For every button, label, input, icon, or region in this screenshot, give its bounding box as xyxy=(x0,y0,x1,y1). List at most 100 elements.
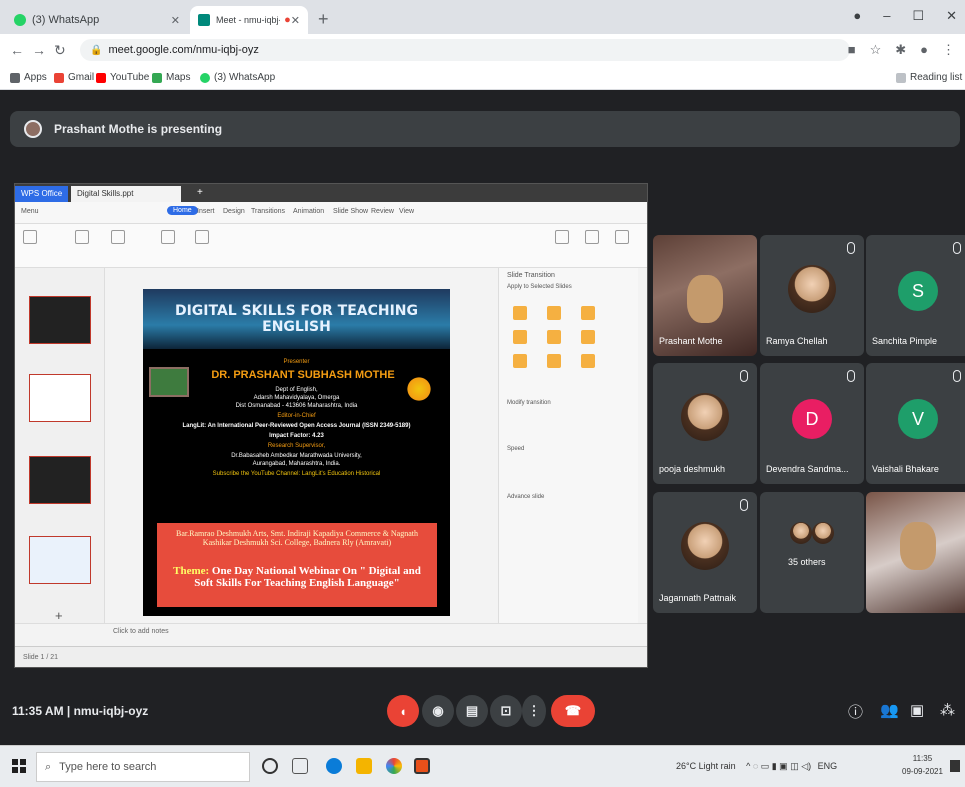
participant-avatar xyxy=(788,265,836,313)
tab-label: Meet - nmu-iqbj-oyz xyxy=(216,15,280,25)
present-button[interactable]: ⊡ xyxy=(490,695,522,727)
participant-avatar: D xyxy=(792,399,832,439)
avatar-icon[interactable]: ● xyxy=(920,42,928,58)
taskbar-search[interactable]: ⌕ Type here to search xyxy=(36,752,250,782)
close-window-icon[interactable]: ✕ xyxy=(946,8,957,24)
wps-status-bar: Slide 1 / 21 xyxy=(15,646,647,667)
transition-effect-icon xyxy=(547,354,561,368)
participant-avatar: S xyxy=(898,271,938,311)
language-indicator[interactable]: ENG xyxy=(818,761,838,771)
tab-meet[interactable]: Meet - nmu-iqbj-oyz ● ✕ xyxy=(190,6,308,34)
camera-icon[interactable]: ■ xyxy=(848,42,856,58)
maps-icon xyxy=(152,72,162,83)
task-view-icon[interactable] xyxy=(292,758,308,774)
slide-line: Research Supervisor, xyxy=(267,443,326,449)
participant-tile-others[interactable]: 35 others xyxy=(760,492,864,613)
bookmark-gmail[interactable]: Gmail xyxy=(54,72,94,83)
layout-icon xyxy=(195,230,209,244)
participant-tile[interactable]: Jagannath Pattnaik xyxy=(653,492,757,613)
mic-toggle-button[interactable]: ◖ xyxy=(387,695,419,727)
activities-icon[interactable]: ⁂ xyxy=(940,701,955,719)
shapes-icon xyxy=(585,230,599,244)
clock-date: 09-09-2021 xyxy=(902,767,943,776)
tray-icons[interactable]: ^ ◌ ▭ ▮ ▣ ◫ ◁) xyxy=(746,761,811,771)
mic-muted-icon xyxy=(740,370,748,382)
profile-icon[interactable]: ● xyxy=(853,8,861,24)
url-text: meet.google.com/nmu-iqbj-oyz xyxy=(108,44,259,56)
slide-line: Editor-in-Chief xyxy=(277,413,316,419)
end-call-button[interactable]: ☎ xyxy=(551,695,595,727)
slide-title: DIGITAL SKILLS FOR TEACHING ENGLISH xyxy=(143,289,450,349)
paste-icon xyxy=(23,230,37,244)
address-bar[interactable]: 🔒 meet.google.com/nmu-iqbj-oyz xyxy=(80,39,850,61)
whatsapp-favicon-icon xyxy=(14,14,26,26)
meeting-info: 11:35 AM | nmu-iqbj-oyz xyxy=(12,704,149,718)
start-button[interactable] xyxy=(12,759,26,773)
wps-icon[interactable] xyxy=(414,758,430,774)
bookmark-youtube[interactable]: YouTube xyxy=(96,72,149,83)
bookmark-whatsapp[interactable]: (3) WhatsApp xyxy=(200,72,275,83)
slide-theme-box: Bar.Ramrao Deshmukh Arts, Smt. Indiraji … xyxy=(157,523,437,607)
forward-icon[interactable]: → xyxy=(32,42,46,58)
back-icon[interactable]: ← xyxy=(10,42,24,58)
mic-muted-icon xyxy=(847,242,855,254)
chrome-icon[interactable] xyxy=(386,758,402,774)
participant-tile[interactable]: D Devendra Sandma... xyxy=(760,363,864,484)
participant-tile[interactable]: S Sanchita Pimple xyxy=(866,235,965,356)
bookmark-maps[interactable]: Maps xyxy=(152,72,190,83)
captions-button[interactable]: ▤ xyxy=(456,695,488,727)
extensions-icon[interactable]: ✱ xyxy=(895,42,906,58)
tab-whatsapp[interactable]: (3) WhatsApp ✕ xyxy=(6,6,188,34)
star-icon[interactable]: ☆ xyxy=(870,42,882,58)
close-tab-icon[interactable]: ✕ xyxy=(171,14,180,27)
browser-toolbar: ← → ↻ 🔒 meet.google.com/nmu-iqbj-oyz ■ ☆… xyxy=(0,34,965,66)
cortana-icon[interactable] xyxy=(262,758,278,774)
format-painter-icon xyxy=(75,230,89,244)
file-explorer-icon[interactable] xyxy=(356,758,372,774)
weather-text[interactable]: 26°C Light rain xyxy=(676,761,736,771)
participant-video xyxy=(900,522,936,570)
participant-tile[interactable]: Ramya Chellah xyxy=(760,235,864,356)
bookmark-apps[interactable]: Apps xyxy=(10,72,47,83)
participant-name: Sanchita Pimple xyxy=(872,336,938,346)
reading-list-icon xyxy=(896,72,906,83)
participant-video xyxy=(687,275,723,323)
system-tray: 26°C Light rain ^ ◌ ▭ ▮ ▣ ◫ ◁) ENG xyxy=(676,761,837,772)
reload-icon[interactable]: ↻ xyxy=(54,42,66,59)
lock-icon: 🔒 xyxy=(90,44,103,56)
more-options-button[interactable]: ⋮ xyxy=(522,695,546,727)
participant-tile[interactable]: pooja deshmukh xyxy=(653,363,757,484)
menu-icon[interactable]: ⋮ xyxy=(942,42,955,58)
mic-muted-icon xyxy=(953,242,961,254)
info-icon[interactable]: ⓘ xyxy=(848,701,863,722)
close-tab-icon[interactable]: ✕ xyxy=(291,14,300,27)
edge-icon[interactable] xyxy=(326,758,342,774)
maximize-icon[interactable]: ☐ xyxy=(912,8,924,24)
arrange-icon xyxy=(615,230,629,244)
presenting-banner: Prashant Mothe is presenting xyxy=(10,111,960,147)
new-tab-button[interactable]: + xyxy=(318,9,329,30)
people-icon[interactable]: 👥 xyxy=(880,701,899,719)
participant-avatar: V xyxy=(898,399,938,439)
reading-list[interactable]: Reading list xyxy=(896,72,962,83)
search-icon: ⌕ xyxy=(45,760,52,773)
slide-theme: Theme: One Day National Webinar On " Dig… xyxy=(173,565,421,589)
taskbar-clock[interactable]: 11:35 09-09-2021 xyxy=(902,752,943,778)
participant-tile[interactable] xyxy=(866,492,965,613)
slide-line: Impact Factor: 4.23 xyxy=(269,433,324,439)
wps-new-tab-icon: + xyxy=(197,187,203,198)
wps-menu-item: Review xyxy=(371,208,394,215)
participant-tile[interactable]: Prashant Mothe xyxy=(653,235,757,356)
textbox-icon xyxy=(555,230,569,244)
notifications-icon[interactable] xyxy=(950,760,960,772)
transition-effect-icon xyxy=(547,330,561,344)
shared-screen: WPS Office Digital Skills.ppt + Menu Hom… xyxy=(14,183,648,668)
camera-toggle-button[interactable]: ◉ xyxy=(422,695,454,727)
search-placeholder: Type here to search xyxy=(59,761,157,773)
participant-tile[interactable]: V Vaishali Bhakare xyxy=(866,363,965,484)
chat-icon[interactable]: ▣ xyxy=(910,701,924,719)
slide-thumbnail xyxy=(29,536,91,584)
from-slide-icon xyxy=(111,230,125,244)
add-slide-icon: + xyxy=(55,608,63,623)
minimize-icon[interactable]: – xyxy=(883,8,890,24)
